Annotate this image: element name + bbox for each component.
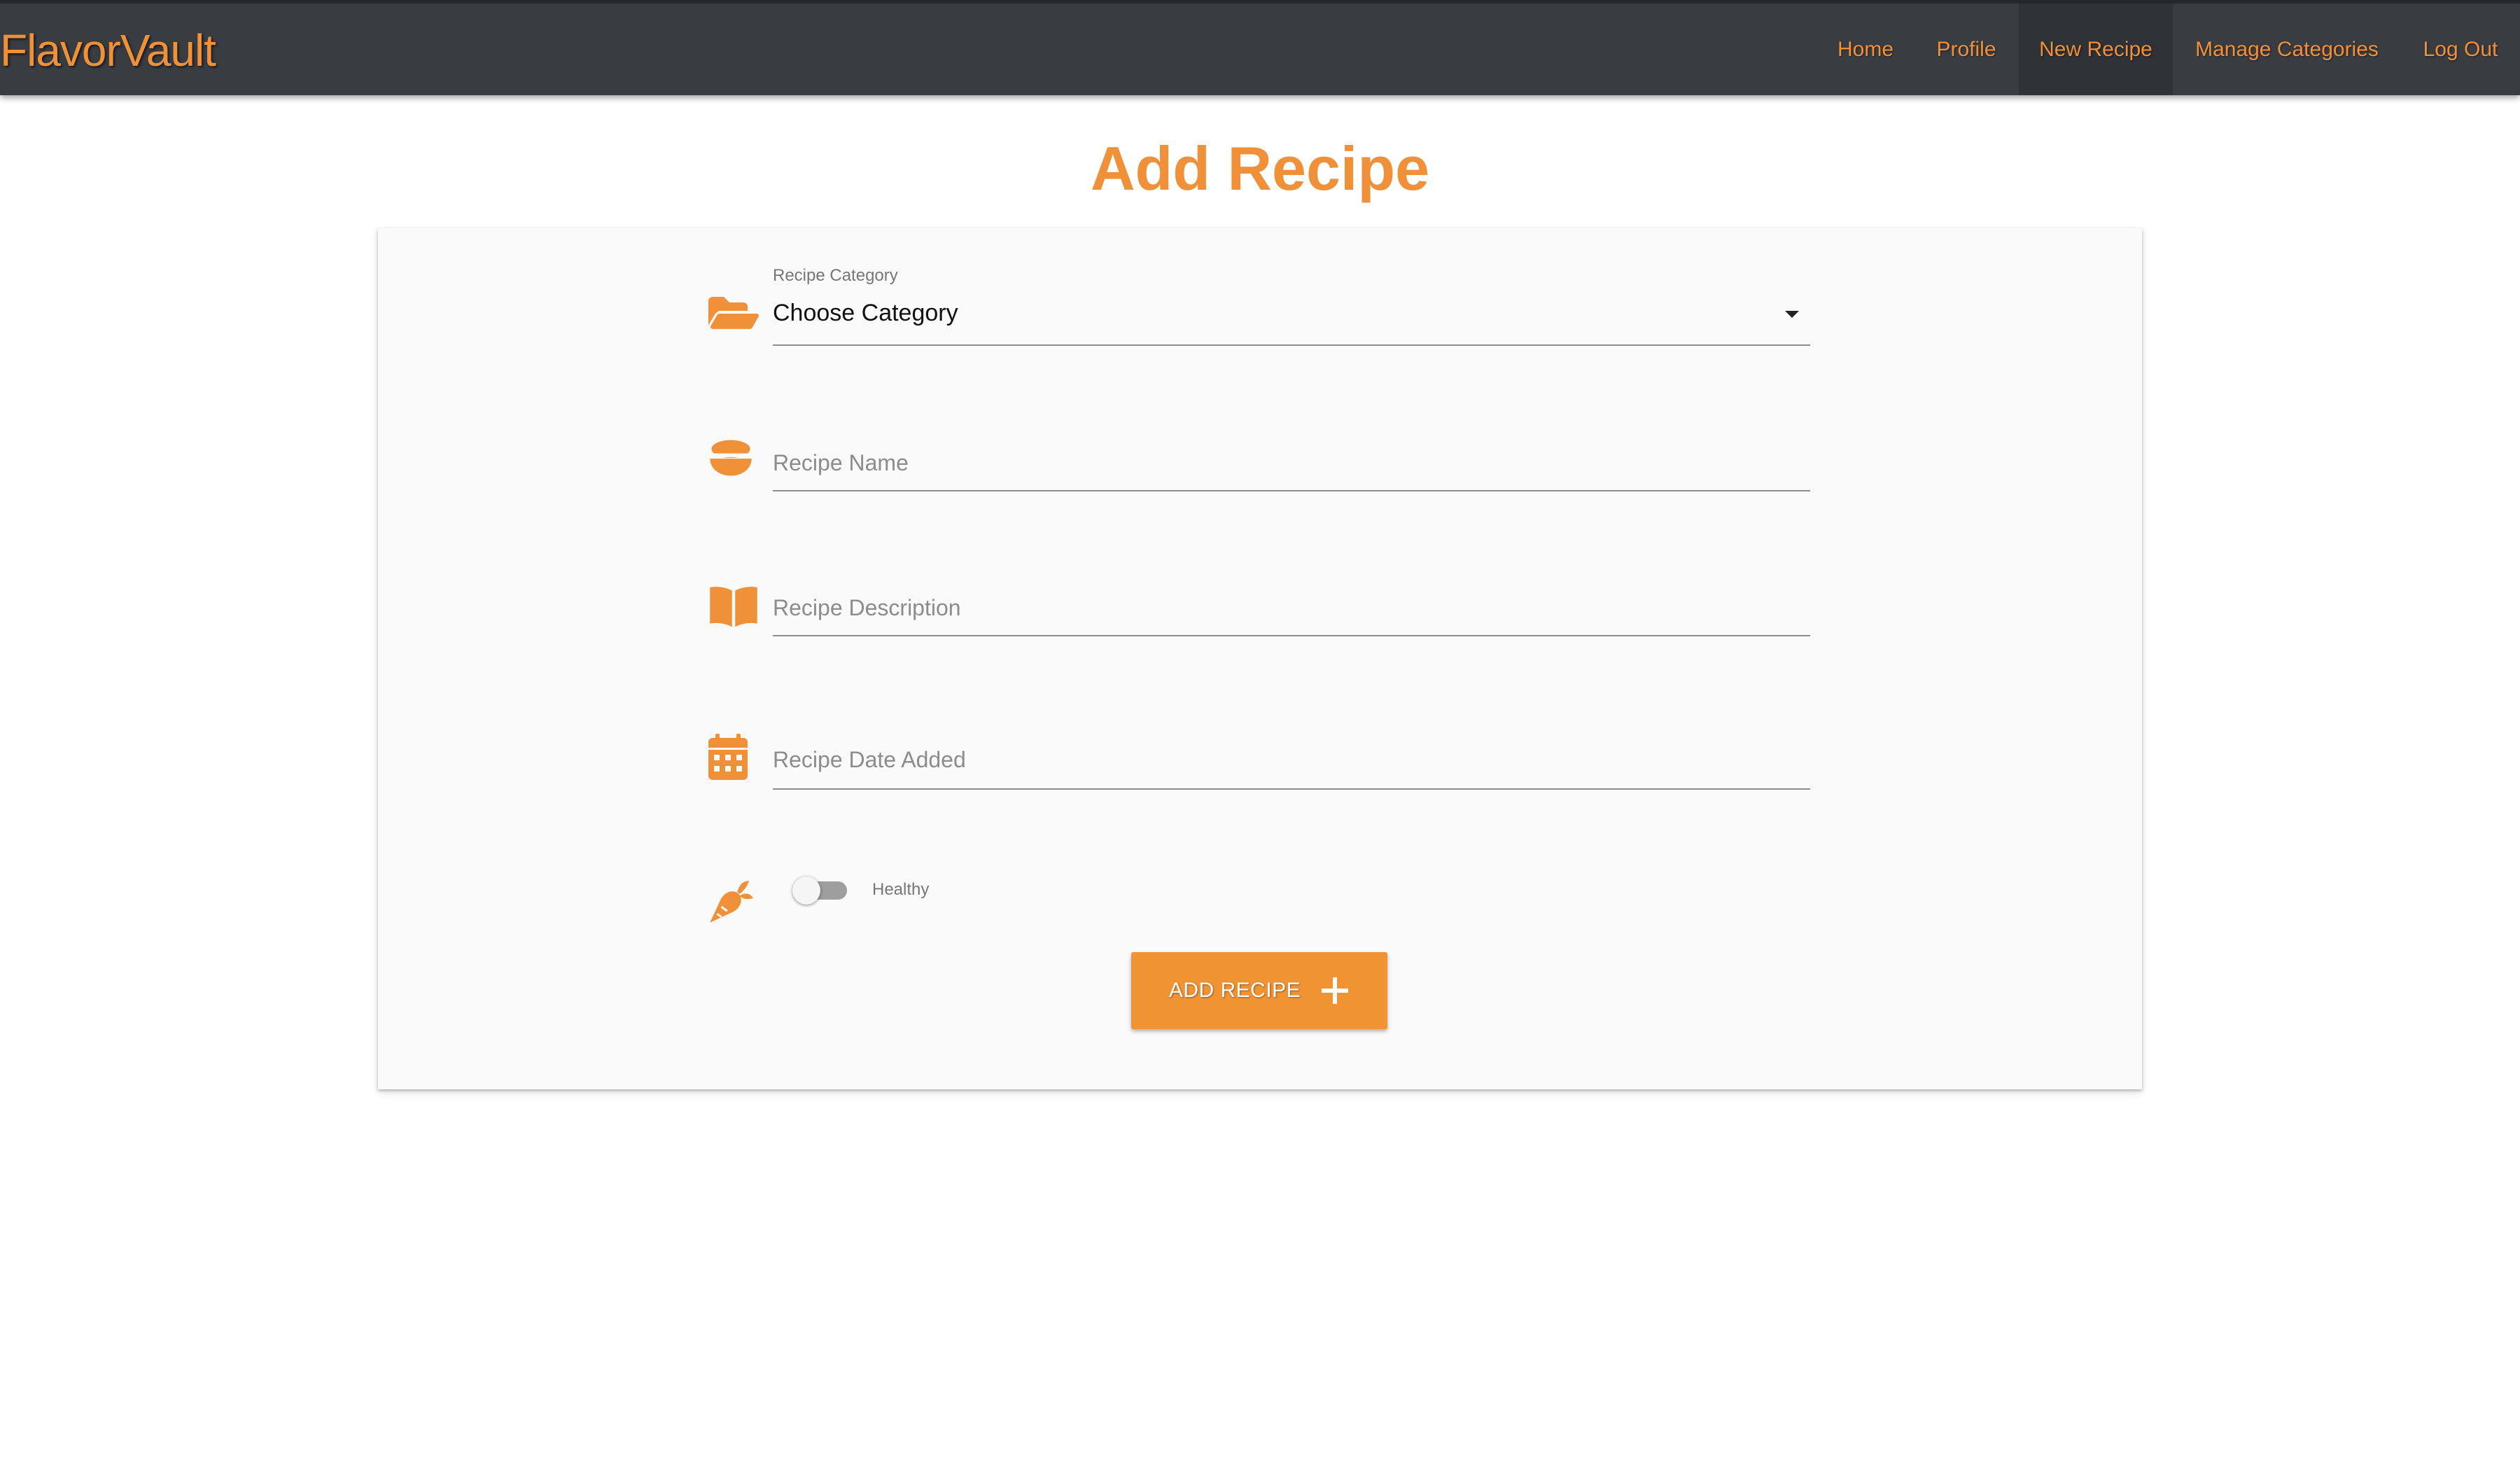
recipe-date-input[interactable]: Recipe Date Added: [773, 747, 966, 773]
nav-link-log-out[interactable]: Log Out: [2408, 4, 2513, 95]
add-recipe-button[interactable]: ADD RECIPE: [1131, 952, 1387, 1029]
brand-logo[interactable]: FlavorVault: [0, 25, 216, 76]
plus-icon: [1320, 976, 1350, 1005]
carrot-icon: [707, 879, 753, 926]
recipe-category-label: Recipe Category: [773, 266, 898, 285]
recipe-name-underline: [773, 490, 1810, 491]
nav-link-home[interactable]: Home: [1820, 4, 1911, 95]
top-navbar: FlavorVault Home Profile New Recipe Mana…: [0, 0, 2520, 95]
recipe-description-input[interactable]: Recipe Description: [773, 595, 961, 621]
healthy-toggle[interactable]: [792, 877, 820, 905]
nav-link-profile[interactable]: Profile: [1918, 4, 2015, 95]
calendar-icon: [708, 734, 748, 780]
recipe-name-input[interactable]: Recipe Name: [773, 450, 909, 476]
chevron-down-icon[interactable]: [1785, 311, 1799, 318]
add-recipe-button-label: ADD RECIPE: [1168, 979, 1301, 1002]
category-select[interactable]: Choose Category: [773, 300, 958, 327]
book-icon: [708, 581, 759, 631]
recipe-description-underline: [773, 635, 1810, 636]
folder-open-icon: [708, 288, 759, 339]
bowl-icon: [707, 434, 755, 482]
nav-link-new-recipe[interactable]: New Recipe: [2019, 4, 2173, 95]
nav-link-manage-categories[interactable]: Manage Categories: [2178, 4, 2395, 95]
healthy-toggle-label: Healthy: [872, 880, 930, 899]
recipe-date-underline: [773, 788, 1810, 790]
category-select-underline: [773, 344, 1810, 346]
page-title: Add Recipe: [1090, 134, 1430, 203]
